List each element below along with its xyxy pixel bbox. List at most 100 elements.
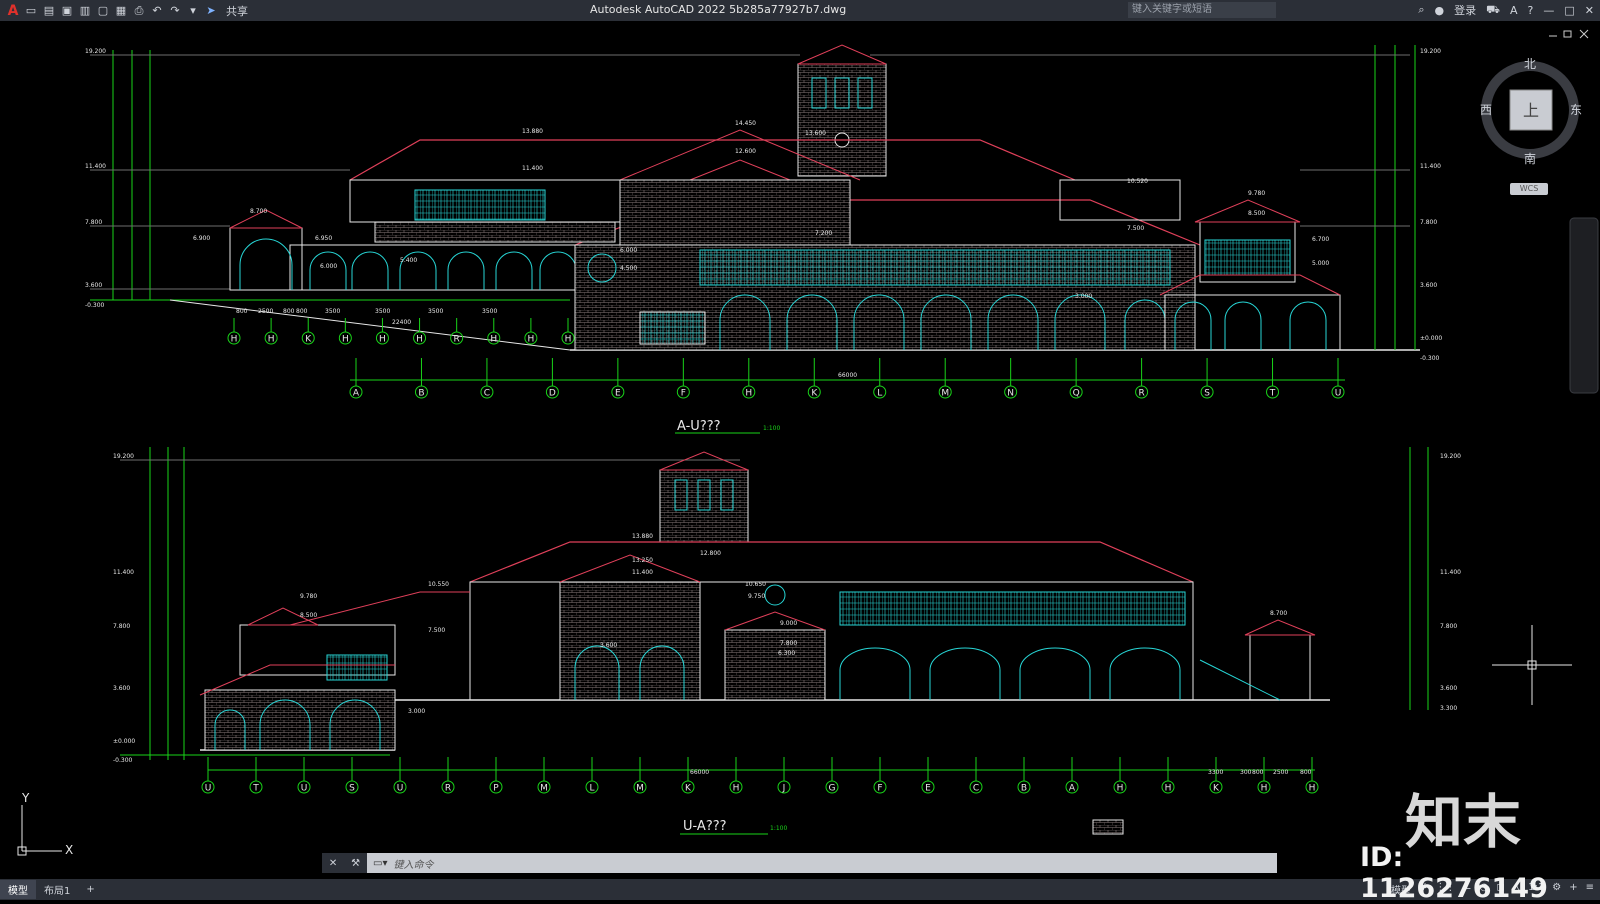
- share-button[interactable]: 共享: [226, 3, 248, 19]
- command-line[interactable]: ✕ ⚒ ▭▾ 键入命令: [322, 853, 1277, 873]
- save-as-icon[interactable]: ▥: [78, 4, 92, 18]
- elev-label: 7.800: [1420, 219, 1437, 226]
- axis-label: H: [342, 335, 349, 345]
- axis-label: R: [454, 335, 460, 345]
- publish-icon[interactable]: ▦: [114, 4, 128, 18]
- open-file-icon[interactable]: ▤: [42, 4, 56, 18]
- axis-label: C: [973, 784, 979, 794]
- level-mark: 11.400: [522, 165, 543, 172]
- navigation-bar[interactable]: [1569, 217, 1599, 394]
- level-mark: 12.600: [735, 148, 756, 155]
- view-cube-face[interactable]: 上: [1523, 101, 1539, 120]
- dim-text: 800: [296, 308, 308, 315]
- level-mark: 8.500: [300, 612, 317, 619]
- search-icon[interactable]: ⌕: [1418, 3, 1424, 17]
- close-command-icon[interactable]: ✕: [329, 858, 337, 869]
- lower-elevation-scale: 1:100: [770, 825, 787, 832]
- level-mark: 12.800: [700, 550, 721, 557]
- help-button[interactable]: ?: [1528, 4, 1534, 17]
- axis-label: L: [589, 784, 594, 794]
- upper-elevation-title: A-U???: [677, 419, 721, 434]
- axis-label: H: [379, 335, 386, 345]
- axis-label: L: [877, 389, 882, 399]
- undo-icon[interactable]: ↶: [150, 4, 164, 18]
- axis-label: D: [549, 389, 556, 399]
- axis-label: S: [349, 784, 355, 794]
- level-mark: 9.780: [300, 593, 317, 600]
- axis-label: R: [445, 784, 451, 794]
- level-mark: 8.500: [1248, 210, 1265, 217]
- axis-label: H: [565, 335, 572, 345]
- autodesk-app-icon[interactable]: A: [1510, 4, 1518, 17]
- ucs-icon: Y X: [17, 791, 73, 857]
- view-cube-west[interactable]: 西: [1480, 103, 1492, 117]
- level-mark: 7.800: [780, 640, 797, 647]
- axis-label: T: [1269, 389, 1276, 399]
- elev-label: 19.200: [113, 453, 134, 460]
- drawing-canvas[interactable]: ABCDEFHKLMNQRSTU HHKHHHRHHH 19.200 11.40…: [0, 21, 1600, 884]
- customize-dropdown-icon[interactable]: ▾: [186, 4, 200, 18]
- command-history-icon[interactable]: ▭▾: [367, 858, 387, 869]
- close-button[interactable]: ✕: [1585, 4, 1594, 17]
- elev-label: 7.800: [1440, 623, 1457, 630]
- search-input[interactable]: 键入关键字或短语: [1128, 2, 1276, 18]
- axis-label: S: [1204, 389, 1210, 399]
- dim-text: 800: [236, 308, 248, 315]
- redo-icon[interactable]: ↷: [168, 4, 182, 18]
- print-icon[interactable]: ⎙: [132, 4, 146, 18]
- window-title: Autodesk AutoCAD 2022 5b285a77927b7.dwg: [590, 3, 847, 16]
- cart-icon[interactable]: ⛟: [1486, 3, 1500, 18]
- add-layout-button[interactable]: +: [78, 882, 102, 897]
- axis-label: E: [615, 389, 621, 399]
- customize-command-icon[interactable]: ⚒: [351, 858, 360, 869]
- axis-label: A: [353, 389, 360, 399]
- level-mark: 5.400: [400, 257, 417, 264]
- axis-label: B: [1021, 784, 1027, 794]
- title-bar: A ▭ ▤ ▣ ▥ ▢ ▦ ⎙ ↶ ↷ ▾ ➤ 共享 Autodesk Auto…: [0, 0, 1600, 21]
- level-mark: 7.500: [428, 627, 445, 634]
- tab-model[interactable]: 模型: [0, 880, 36, 899]
- user-icon[interactable]: ●: [1435, 4, 1445, 17]
- level-mark: 3.600: [600, 642, 617, 649]
- tab-layout1[interactable]: 布局1: [36, 880, 78, 899]
- elev-label: ±0.000: [113, 738, 135, 745]
- id-watermark: ID: 1126276149: [1360, 842, 1548, 904]
- login-button[interactable]: 登录: [1454, 2, 1476, 18]
- dim-text: 66000: [690, 769, 709, 776]
- axis-label: E: [925, 784, 931, 794]
- command-input[interactable]: 键入命令: [387, 856, 433, 871]
- elev-label: 3.600: [113, 685, 130, 692]
- dim-text: 800: [1300, 769, 1312, 776]
- view-cube-north[interactable]: 北: [1524, 57, 1536, 71]
- level-mark: 10.550: [428, 581, 449, 588]
- axis-label: M: [941, 389, 949, 399]
- axis-label: R: [1138, 389, 1144, 399]
- dim-text: 66000: [838, 372, 857, 379]
- view-cube-south[interactable]: 南: [1524, 151, 1536, 166]
- save-icon[interactable]: ▣: [60, 4, 74, 18]
- web-mobile-icon[interactable]: ▢: [96, 4, 110, 18]
- elev-label: 3.600: [85, 282, 102, 289]
- maximize-button[interactable]: □: [1564, 4, 1574, 17]
- level-mark: 5.000: [1312, 260, 1329, 267]
- svg-text:X: X: [65, 843, 73, 857]
- view-cube[interactable]: 上 北 南 西 东: [1475, 57, 1585, 168]
- axis-label: U: [397, 784, 404, 794]
- elev-label: 19.200: [85, 48, 106, 55]
- dim-text: 3500: [325, 308, 340, 315]
- new-file-icon[interactable]: ▭: [24, 4, 38, 18]
- axis-label: H: [1117, 784, 1124, 794]
- crosshair-cursor: [1492, 625, 1572, 705]
- level-mark: 6.900: [193, 235, 210, 242]
- elev-label: 7.800: [113, 623, 130, 630]
- autocad-logo-icon[interactable]: A: [6, 3, 20, 19]
- elev-label: 11.400: [1440, 569, 1461, 576]
- minimize-button[interactable]: —: [1543, 4, 1554, 17]
- level-mark: 8.700: [250, 208, 267, 215]
- axis-label: H: [416, 335, 423, 345]
- view-cube-east[interactable]: 东: [1570, 103, 1582, 117]
- share-icon[interactable]: ➤: [204, 4, 218, 18]
- wcs-menu[interactable]: WCS: [1510, 183, 1548, 195]
- axis-label: C: [484, 389, 490, 399]
- viewport-controls[interactable]: [1549, 29, 1589, 39]
